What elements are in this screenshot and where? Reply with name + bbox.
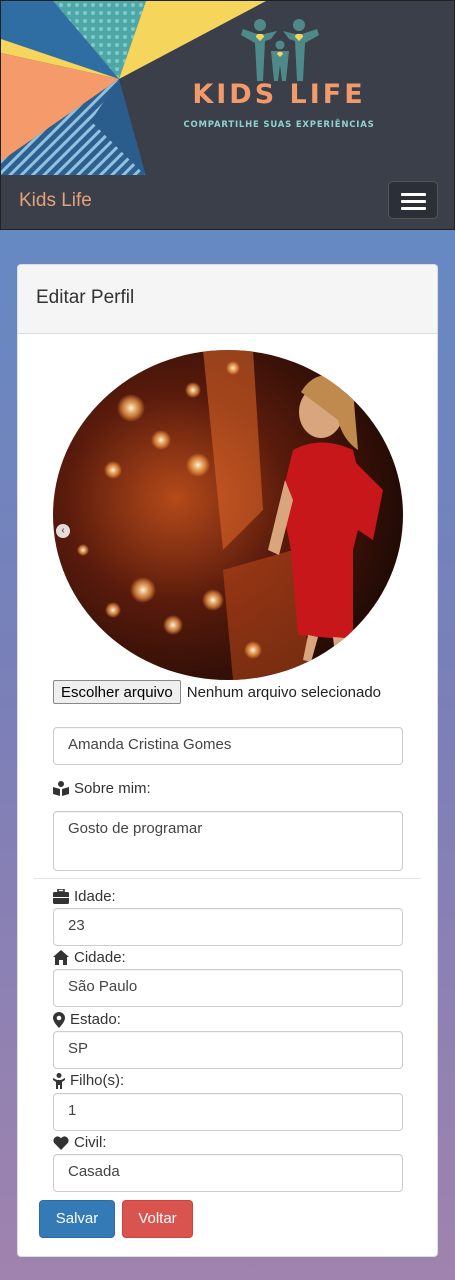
about-label: Sobre mim: bbox=[53, 780, 151, 797]
map-marker-icon bbox=[53, 1011, 65, 1028]
city-label: Cidade: bbox=[53, 949, 126, 966]
file-status: Nenhum arquivo selecionado bbox=[186, 683, 382, 701]
save-button[interactable]: Salvar bbox=[39, 1200, 115, 1238]
chevron-left-icon[interactable]: ‹ bbox=[56, 524, 70, 538]
logo-tagline: COMPARTILHE SUAS EXPERIÊNCIAS bbox=[183, 120, 375, 130]
hamburger-icon bbox=[401, 200, 426, 203]
book-reader-icon bbox=[53, 781, 69, 796]
logo-title: KIDS LIFE bbox=[192, 79, 366, 110]
civil-label-text: Civil: bbox=[74, 1134, 107, 1151]
children-label-text: Filho(s): bbox=[70, 1072, 125, 1089]
hamburger-icon bbox=[401, 193, 426, 196]
file-upload: Escolher arquivo Nenhum arquivo selecion… bbox=[53, 680, 381, 704]
age-label-text: Idade: bbox=[74, 888, 116, 905]
choose-file-button[interactable]: Escolher arquivo bbox=[53, 680, 181, 704]
header-banner: KIDS LIFE COMPARTILHE SUAS EXPERIÊNCIAS bbox=[0, 0, 455, 175]
about-textarea[interactable]: Gosto de programar bbox=[53, 811, 403, 871]
divider bbox=[34, 878, 421, 879]
civil-input[interactable]: Casada bbox=[53, 1154, 403, 1192]
back-button[interactable]: Voltar bbox=[122, 1200, 193, 1238]
heart-icon bbox=[53, 1135, 69, 1150]
family-logo-icon bbox=[241, 19, 319, 81]
age-label: Idade: bbox=[53, 888, 116, 905]
profile-photo[interactable] bbox=[53, 350, 403, 680]
age-input[interactable]: 23 bbox=[53, 908, 403, 946]
navbar-brand[interactable]: Kids Life bbox=[19, 190, 92, 212]
page-title: Editar Perfil bbox=[36, 287, 135, 308]
menu-toggle-button[interactable] bbox=[388, 181, 438, 219]
state-input[interactable]: SP bbox=[53, 1031, 403, 1069]
city-input[interactable]: São Paulo bbox=[53, 969, 403, 1007]
children-label: Filho(s): bbox=[53, 1072, 124, 1089]
hamburger-icon bbox=[401, 207, 426, 210]
home-icon bbox=[53, 950, 69, 965]
name-input[interactable]: Amanda Cristina Gomes bbox=[53, 727, 403, 765]
city-label-text: Cidade: bbox=[74, 949, 126, 966]
state-label: Estado: bbox=[53, 1011, 121, 1028]
card-header: Editar Perfil bbox=[18, 265, 437, 334]
child-icon bbox=[53, 1072, 65, 1089]
navbar: Kids Life bbox=[0, 175, 455, 230]
state-label-text: Estado: bbox=[70, 1011, 121, 1028]
briefcase-icon bbox=[53, 889, 69, 904]
children-input[interactable]: 1 bbox=[53, 1093, 403, 1131]
civil-label: Civil: bbox=[53, 1134, 107, 1151]
about-label-text: Sobre mim: bbox=[74, 780, 151, 797]
edit-profile-card: Editar Perfil ‹ Escolher arquivo Nenhum … bbox=[17, 264, 438, 1257]
